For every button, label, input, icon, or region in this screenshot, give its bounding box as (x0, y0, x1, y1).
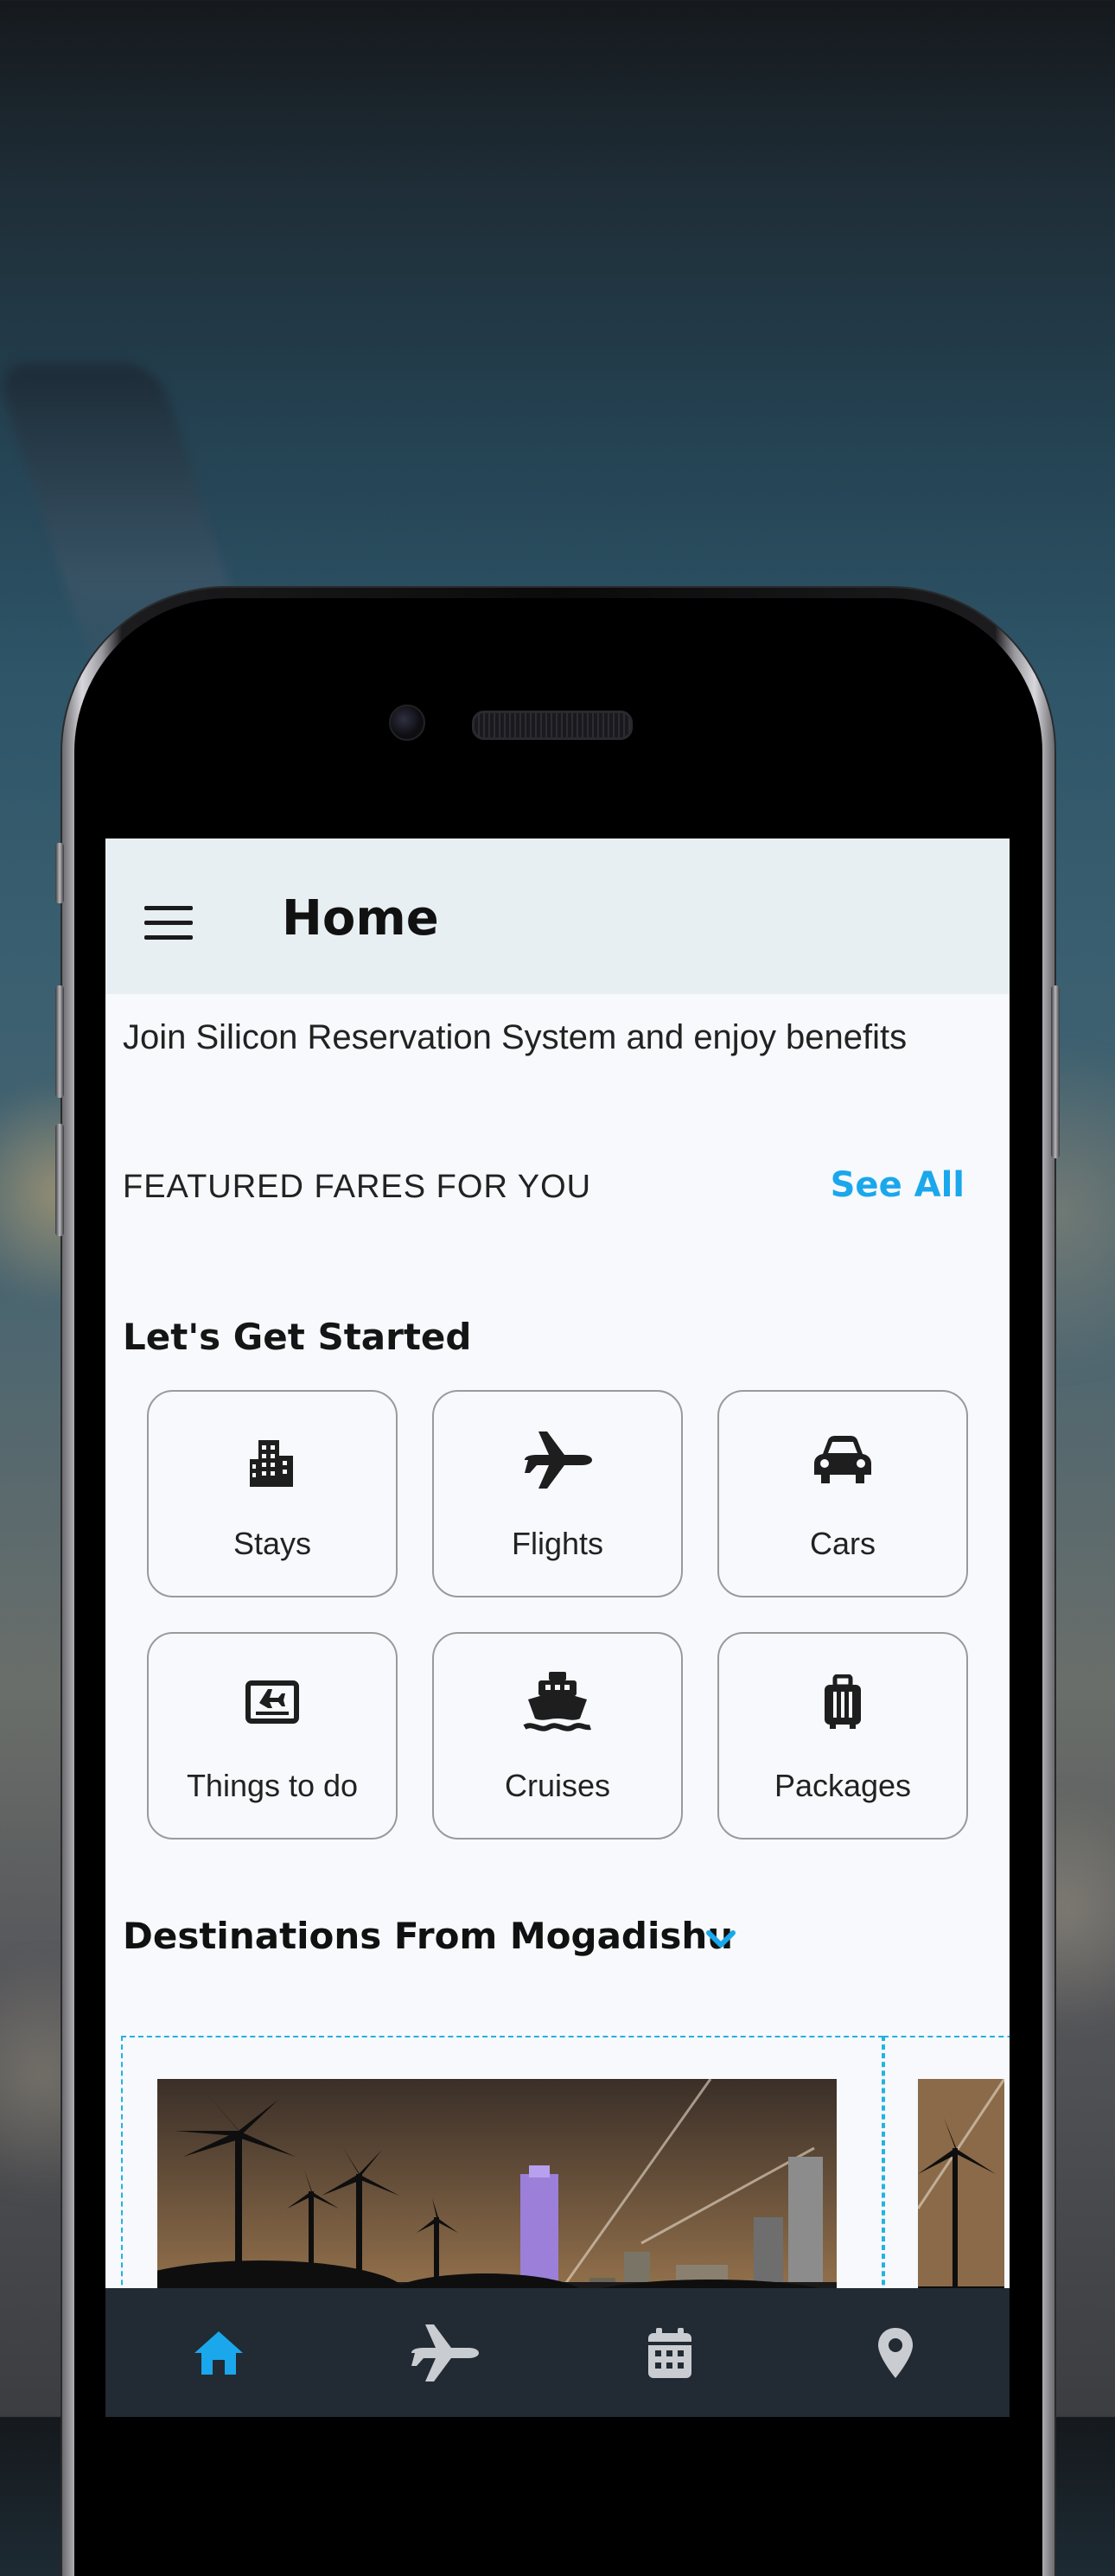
tile-label: Things to do (186, 1768, 359, 1803)
hamburger-menu-icon[interactable] (144, 906, 193, 940)
see-all-link[interactable]: See All (831, 1165, 965, 1205)
nav-flights[interactable] (331, 2288, 557, 2417)
building-icon (149, 1428, 396, 1492)
promo-text: Join Silicon Reservation System and enjo… (123, 1018, 908, 1056)
earpiece-speaker (472, 711, 633, 740)
tile-things-to-do[interactable]: Things to do (147, 1632, 398, 1840)
tile-stays[interactable]: Stays (147, 1390, 398, 1597)
tile-packages[interactable]: Packages (717, 1632, 968, 1840)
tile-cruises[interactable]: Cruises (432, 1632, 683, 1840)
nav-bookings[interactable] (557, 2288, 782, 2417)
front-camera (389, 705, 425, 741)
tile-label: Flights (511, 1526, 604, 1561)
volume-down-button (55, 1124, 64, 1236)
chevron-down-icon[interactable] (704, 1926, 738, 1952)
ship-icon (434, 1670, 681, 1734)
ticket-icon (149, 1670, 396, 1734)
car-icon (719, 1428, 966, 1492)
tile-label: Cars (809, 1526, 876, 1561)
lets-get-started-heading: Let's Get Started (123, 1316, 472, 1358)
home-icon (194, 2331, 243, 2375)
calendar-icon (647, 2327, 691, 2378)
tile-label: Cruises (504, 1768, 611, 1803)
airplane-icon (411, 2324, 479, 2382)
nav-locations[interactable] (782, 2288, 1008, 2417)
destinations-heading: Destinations From Mogadishu (123, 1915, 734, 1957)
app-screen: Home Join Silicon Reservation System and… (105, 838, 1010, 2417)
tile-label: Packages (774, 1768, 912, 1803)
power-button (1051, 985, 1060, 1158)
tile-label: Stays (233, 1526, 312, 1561)
luggage-icon (719, 1670, 966, 1734)
app-bar: Home (105, 838, 1010, 994)
airplane-icon (434, 1428, 681, 1492)
mute-switch (55, 843, 64, 903)
tile-flights[interactable]: Flights (432, 1390, 683, 1597)
featured-fares-heading: FEATURED FARES FOR YOU (123, 1169, 592, 1205)
location-pin-icon (877, 2327, 913, 2378)
nav-home[interactable] (105, 2288, 331, 2417)
volume-up-button (55, 985, 64, 1098)
page-title: Home (282, 890, 439, 947)
tile-cars[interactable]: Cars (717, 1390, 968, 1597)
bottom-navigation (105, 2288, 1010, 2417)
